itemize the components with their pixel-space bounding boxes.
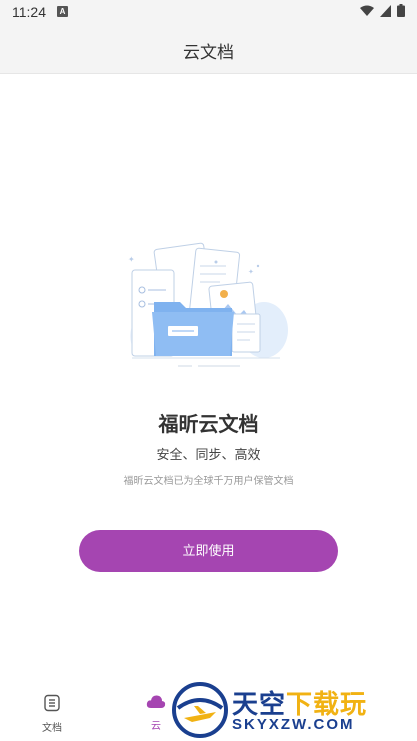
- cloud-icon: [146, 695, 166, 708]
- tab-documents-label: 文档: [42, 723, 62, 734]
- document-icon: [44, 694, 60, 712]
- svg-text:✦: ✦: [248, 268, 254, 276]
- page-title: 云文档: [183, 43, 234, 62]
- tab-documents[interactable]: 文档: [22, 694, 82, 734]
- product-headline: 福昕云文档: [158, 414, 259, 436]
- watermark-title-highlight: 下载玩: [286, 689, 368, 719]
- status-bar: 11:24 A: [0, 0, 417, 24]
- cloud-documents-illustration-icon: ✦ ✦: [128, 242, 288, 367]
- status-time: 11:24: [12, 4, 46, 20]
- notification-badge-icon: A: [57, 6, 68, 17]
- status-indicators: [360, 4, 405, 17]
- watermark-subtitle: SKYXZW.COM: [232, 716, 355, 733]
- battery-icon: [397, 4, 405, 17]
- watermark-logo-icon: [172, 682, 228, 738]
- svg-text:✦: ✦: [128, 255, 135, 264]
- use-now-button[interactable]: 立即使用: [79, 530, 338, 572]
- wifi-icon: [360, 5, 374, 16]
- product-tagline: 安全、同步、高效: [156, 447, 261, 462]
- app-bar: 云文档: [0, 24, 417, 74]
- cellular-signal-icon: [380, 4, 391, 17]
- site-watermark: 天空下载玩 SKYXZW.COM: [170, 682, 415, 738]
- product-description: 福昕云文档已为全球千万用户保管文档: [123, 476, 294, 487]
- watermark-title-main: 天空: [232, 689, 287, 719]
